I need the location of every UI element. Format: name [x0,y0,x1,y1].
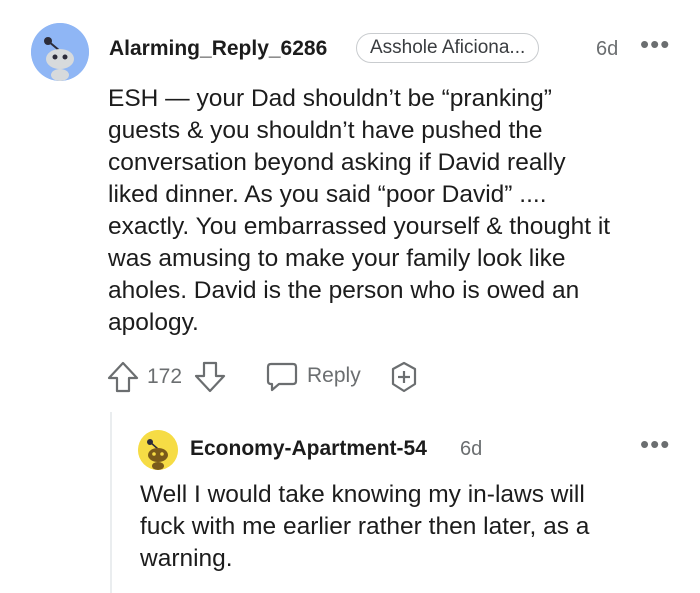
thread-line[interactable] [110,412,112,593]
reply-body: Well I would take knowing my in-laws wil… [140,481,590,572]
snoo-avatar-icon [31,23,89,81]
avatar[interactable] [31,23,89,81]
reply-more-options-icon[interactable]: ••• [640,431,670,457]
reply-button[interactable]: Reply [265,360,365,394]
speech-bubble-icon [266,362,298,392]
comment-age: 6d [596,38,619,60]
comment-body: ESH — your Dad shouldn’t be “pranking” g… [108,85,611,336]
user-flair: Asshole Aficiona... [356,33,540,63]
reply-label: Reply [307,364,361,387]
comment-username[interactable]: Alarming_Reply_6286 [109,37,327,61]
downvote-arrow-icon[interactable] [193,360,227,399]
reply-avatar[interactable] [138,430,178,470]
award-plus-icon[interactable] [387,360,421,399]
reply-age: 6d [460,438,483,460]
snoo-avatar-icon [138,430,178,470]
more-options-icon[interactable]: ••• [640,31,670,57]
upvote-arrow-icon[interactable] [106,360,140,399]
vote-score: 172 [147,365,183,388]
reply-username[interactable]: Economy-Apartment-54 [190,437,427,461]
